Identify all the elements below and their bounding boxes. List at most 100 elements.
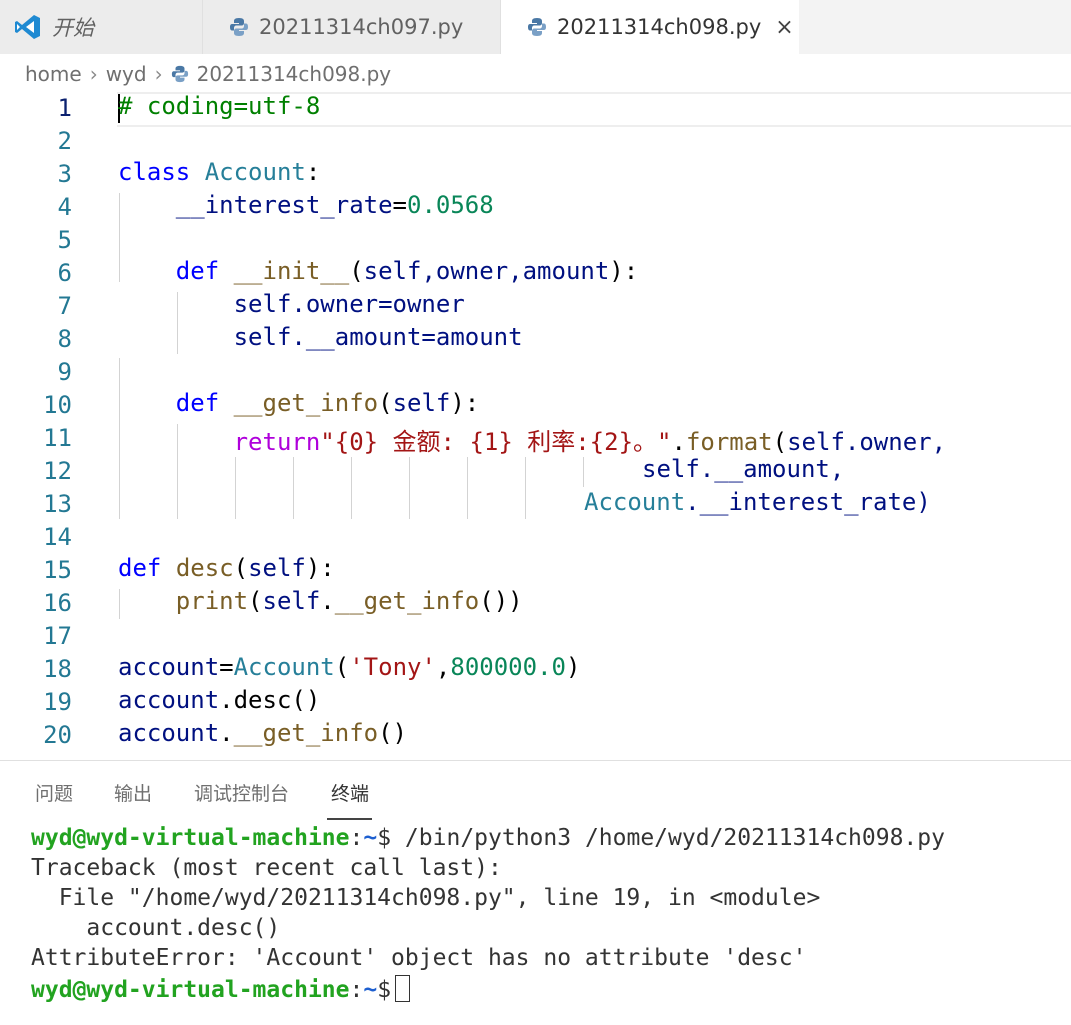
indent-guide xyxy=(525,457,526,519)
number-token: 0.0568 xyxy=(407,191,494,219)
line-number: 2 xyxy=(57,127,72,155)
variable-token: self.__amount, xyxy=(642,455,845,483)
terminal-line-5: AttributeError: 'Account' object has no … xyxy=(31,945,807,971)
bottom-panel: 问题 输出 调试控制台 终端 wyd@wyd-virtual-machine:~… xyxy=(0,760,1071,1025)
line-number: 16 xyxy=(43,589,72,617)
line-number: 9 xyxy=(57,358,72,386)
indent-guide xyxy=(583,457,584,487)
prompt-colon: : xyxy=(349,977,364,1003)
function-token: __get_info xyxy=(233,389,379,417)
prompt-colon: : xyxy=(349,825,364,851)
terminal-cursor xyxy=(395,975,411,1002)
punct-token: = xyxy=(219,653,234,681)
code-line-3: class Account: xyxy=(118,158,320,186)
params-token: self xyxy=(248,554,306,582)
string-token: "{0} 金额: {1} 利率:{2}。" xyxy=(320,428,672,456)
variable-token: .__interest_rate) xyxy=(685,488,931,516)
function-token: desc xyxy=(175,554,234,582)
terminal-line-2: Traceback (most recent call last): xyxy=(31,855,502,881)
panel-tab-debug-console[interactable]: 调试控制台 xyxy=(194,779,289,806)
code-line-15: def desc(self): xyxy=(118,554,335,582)
line-number: 19 xyxy=(43,688,72,716)
terminal-line-3: File "/home/wyd/20211314ch098.py", line … xyxy=(31,885,821,911)
vscode-logo-icon xyxy=(15,15,40,39)
line-number: 14 xyxy=(43,523,72,551)
punct-token: ( xyxy=(772,428,788,456)
prompt-dir: ~ xyxy=(363,825,378,851)
code-line-12: self.__amount, xyxy=(642,455,844,483)
function-token: __init__ xyxy=(233,257,350,285)
punct-token: ): xyxy=(450,389,480,417)
punct-token: ( xyxy=(378,389,393,417)
terminal-line-1: wyd@wyd-virtual-machine:~$ /bin/python3 … xyxy=(31,825,945,851)
line-number: 13 xyxy=(43,490,72,518)
keyword-token: def xyxy=(118,554,162,582)
keyword-token: def xyxy=(175,257,220,285)
number-token: 800000.0 xyxy=(450,653,566,681)
terminal-command: /bin/python3 /home/wyd/20211314ch098.py xyxy=(391,825,945,851)
punct-token: ( xyxy=(349,257,364,285)
breadcrumb: home › wyd › 20211314ch098.py xyxy=(25,58,391,90)
code-line-4: __interest_rate=0.0568 xyxy=(118,191,494,219)
indent-guide xyxy=(235,457,236,519)
indent-guide xyxy=(351,457,352,519)
code-line-13: Account.__interest_rate) xyxy=(584,488,931,516)
code-line-18: account=Account('Tony',800000.0) xyxy=(118,653,580,681)
function-token: __get_info xyxy=(233,719,379,747)
function-token: print xyxy=(175,587,249,615)
variable-token: .__amount=amount xyxy=(291,323,523,351)
breadcrumb-file[interactable]: 20211314ch098.py xyxy=(197,62,392,86)
keyword-token: class xyxy=(118,158,191,186)
breadcrumb-wyd[interactable]: wyd xyxy=(106,62,147,86)
indent-guide xyxy=(467,457,468,519)
breadcrumb-home[interactable]: home xyxy=(25,62,82,86)
terminal-line-4: account.desc() xyxy=(31,915,281,941)
tab-start[interactable]: 开始 xyxy=(0,0,203,54)
python-file-icon xyxy=(528,18,546,36)
code-line-8: self.__amount=amount xyxy=(118,323,523,351)
python-file-icon xyxy=(230,18,248,36)
tab-file-098[interactable]: 20211314ch098.py × xyxy=(501,0,799,54)
punct-token: : xyxy=(305,158,321,186)
active-tab-indicator xyxy=(327,818,372,820)
panel-tab-terminal[interactable]: 终端 xyxy=(331,779,369,806)
line-number: 15 xyxy=(43,556,72,584)
class-name-token: Account xyxy=(584,488,686,516)
punct-token: ( xyxy=(248,587,263,615)
tab-file-097[interactable]: 20211314ch097.py xyxy=(203,0,501,54)
class-name-token: Account xyxy=(233,653,335,681)
keyword-token: return xyxy=(233,428,321,456)
prompt-dir: ~ xyxy=(363,977,378,1003)
punct-token: ): xyxy=(305,554,335,582)
class-name-token: Account xyxy=(204,158,306,186)
line-number: 4 xyxy=(57,193,72,221)
line-number: 5 xyxy=(57,226,72,254)
prompt-user: wyd@wyd-virtual-machine xyxy=(31,977,350,1003)
tab-start-label: 开始 xyxy=(52,16,94,40)
panel-tab-output[interactable]: 输出 xyxy=(114,779,152,806)
punct-token: ) xyxy=(565,653,581,681)
panel-tab-problems[interactable]: 问题 xyxy=(35,779,73,806)
line-number: 3 xyxy=(57,160,72,188)
code-line-1: # coding=utf-8 xyxy=(118,92,320,120)
tab-file-097-label: 20211314ch097.py xyxy=(259,15,464,39)
keyword-token: def xyxy=(175,389,220,417)
params-token: self,owner,amount xyxy=(363,257,610,285)
variable-token: self xyxy=(262,587,321,615)
function-token: __get_info xyxy=(334,587,480,615)
punct-token: ( xyxy=(334,653,350,681)
code-line-7: self.owner=owner xyxy=(118,290,465,318)
variable-token: account xyxy=(118,719,220,747)
indent-guide xyxy=(409,457,410,519)
variable-token: self xyxy=(233,290,292,318)
python-file-icon xyxy=(171,65,188,83)
prompt-dollar: $ xyxy=(377,977,392,1003)
line-number: 10 xyxy=(43,391,72,419)
code-line-11: return"{0} 金额: {1} 利率:{2}。".format(self.… xyxy=(118,422,946,457)
punct-token: ()) xyxy=(479,587,523,615)
close-icon[interactable]: × xyxy=(775,15,793,40)
code-editor[interactable]: 1 2 3 4 5 6 7 8 9 10 11 12 13 14 15 16 17 18 19 20 # coding… xyxy=(0,92,1071,758)
punct-token: ): xyxy=(609,257,639,285)
params-token: self xyxy=(392,389,451,417)
tab-file-098-label: 20211314ch098.py xyxy=(557,15,762,39)
